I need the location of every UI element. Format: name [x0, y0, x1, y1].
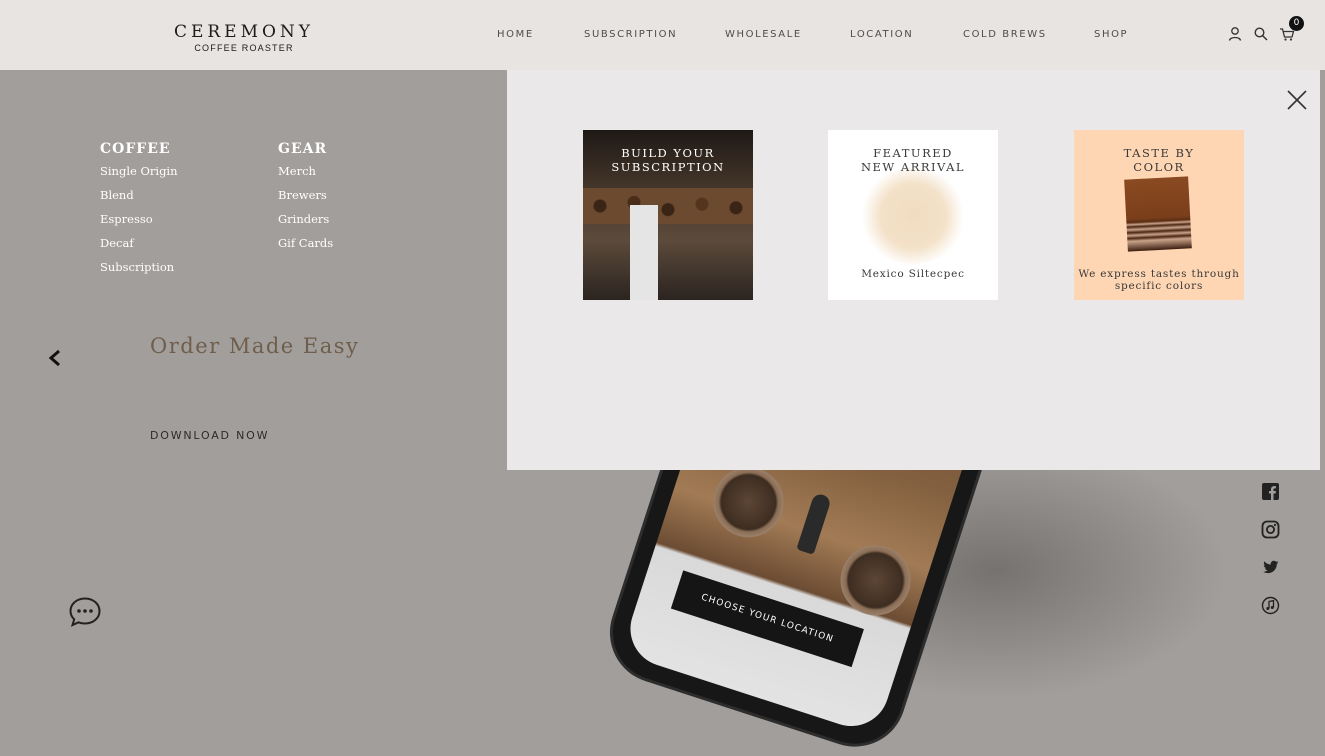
card-subtitle-line: specific colors — [1114, 280, 1204, 292]
card-subtitle: We express tastes through specific color… — [1074, 268, 1244, 292]
promo-title: Order Made Easy — [150, 334, 360, 358]
card-title: FEATURED NEW ARRIVAL — [828, 146, 998, 174]
nav-home[interactable]: HOME — [497, 29, 534, 40]
coffee-cup-image — [704, 458, 793, 547]
account-icon[interactable] — [1227, 26, 1243, 42]
music-icon[interactable] — [1261, 596, 1280, 615]
card-subtitle: Mexico Siltecpec — [861, 268, 965, 280]
grinder-image — [630, 205, 658, 300]
close-icon[interactable] — [1286, 89, 1308, 111]
menu-link-subscription[interactable]: Subscription — [100, 258, 178, 282]
download-now-link[interactable]: DOWNLOAD NOW — [150, 429, 269, 442]
chat-icon[interactable] — [68, 596, 102, 628]
card-featured-new-arrival[interactable]: FEATURED NEW ARRIVAL Mexico Siltecpec — [828, 130, 998, 300]
chocolate-image — [1124, 176, 1192, 252]
menu-heading-gear[interactable]: GEAR — [278, 140, 333, 162]
site-header: CEREMONY COFFEE ROASTER HOME SUBSCRIPTIO… — [0, 0, 1325, 70]
search-icon[interactable] — [1253, 26, 1269, 42]
nav-cold-brews[interactable]: COLD BREWS — [963, 29, 1047, 40]
twitter-icon[interactable] — [1261, 558, 1280, 577]
menu-link-grinders[interactable]: Grinders — [278, 210, 333, 234]
product-image — [861, 168, 965, 264]
chevron-left-icon[interactable] — [46, 348, 64, 368]
facebook-icon[interactable] — [1261, 482, 1280, 501]
card-title-line: NEW ARRIVAL — [860, 160, 966, 174]
logo-name: CEREMONY — [173, 22, 315, 42]
menu-heading-coffee[interactable]: COFFEE — [100, 140, 178, 162]
spoon-image — [796, 492, 832, 555]
menu-link-blend[interactable]: Blend — [100, 186, 178, 210]
nav-shop[interactable]: SHOP — [1094, 29, 1128, 40]
menu-link-single-origin[interactable]: Single Origin — [100, 162, 178, 186]
menu-link-brewers[interactable]: Brewers — [278, 186, 333, 210]
nav-wholesale[interactable]: WHOLESALE — [725, 29, 802, 40]
logo-subtitle: COFFEE ROASTER — [194, 43, 294, 53]
card-title: TASTE BY COLOR — [1074, 146, 1244, 174]
card-title-line: TASTE BY — [1123, 146, 1195, 160]
coffee-cup-image — [831, 536, 920, 625]
cart-count-badge: 0 — [1289, 16, 1304, 31]
nav-subscription[interactable]: SUBSCRIPTION — [584, 29, 677, 40]
card-title-line: BUILD YOUR — [621, 146, 715, 160]
card-subtitle-line: We express tastes through — [1078, 268, 1240, 280]
logo[interactable]: CEREMONY COFFEE ROASTER — [168, 22, 320, 54]
menu-link-gift-cards[interactable]: Gif Cards — [278, 234, 333, 258]
menu-link-merch[interactable]: Merch — [278, 162, 333, 186]
menu-link-espresso[interactable]: Espresso — [100, 210, 178, 234]
nav-location[interactable]: LOCATION — [850, 29, 913, 40]
card-title-line: FEATURED — [873, 146, 953, 160]
menu-column-coffee: COFFEE Single Origin Blend Espresso Deca… — [100, 140, 178, 282]
card-title-line: COLOR — [1133, 160, 1185, 174]
card-title: BUILD YOUR SUBSCRIPTION — [583, 146, 753, 174]
menu-column-gear: GEAR Merch Brewers Grinders Gif Cards — [278, 140, 333, 258]
card-taste-by-color[interactable]: TASTE BY COLOR We express tastes through… — [1074, 130, 1244, 300]
choose-location-button[interactable]: CHOOSE YOUR LOCATION — [670, 570, 864, 668]
menu-link-decaf[interactable]: Decaf — [100, 234, 178, 258]
coffee-beans-image — [583, 188, 753, 224]
card-build-subscription[interactable]: BUILD YOUR SUBSCRIPTION — [583, 130, 753, 300]
card-title-line: SUBSCRIPTION — [611, 160, 725, 174]
instagram-icon[interactable] — [1261, 520, 1280, 539]
